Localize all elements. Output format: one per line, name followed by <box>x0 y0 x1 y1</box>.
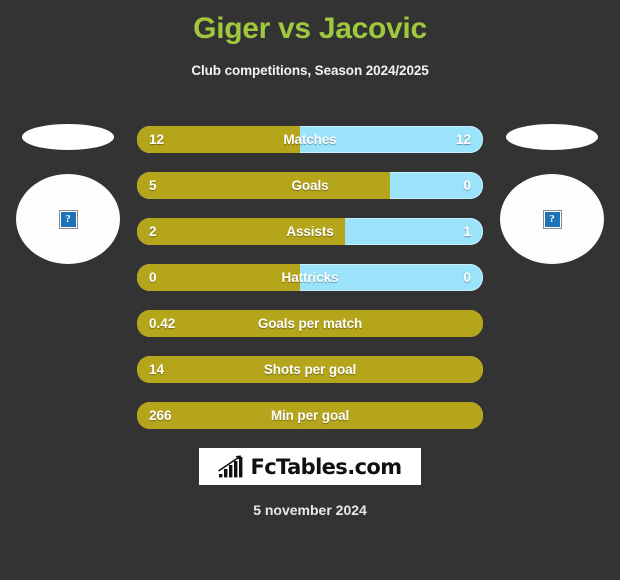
stat-value-right: 12 <box>455 132 471 147</box>
stat-bar-row: 2 Assists 1 <box>137 218 483 245</box>
broken-image-icon: ? <box>542 209 562 229</box>
stat-label: Hattricks <box>281 270 339 285</box>
stat-value-right: 0 <box>463 270 471 285</box>
stat-bars-list: 12 Matches 12 5 Goals 0 2 Assists 1 0 Hattricks 0 0.… <box>137 126 483 448</box>
stat-value-right: 0 <box>463 178 471 193</box>
stat-label: Min per goal <box>270 408 350 423</box>
broken-image-icon: ? <box>58 209 78 229</box>
avatar-top-ellipse-left <box>22 124 114 150</box>
stats-comparison-page: Giger vs Jacovic Club competitions, Seas… <box>0 0 620 580</box>
stat-label: Assists <box>286 224 334 239</box>
stat-bar-row: 0 Hattricks 0 <box>137 264 483 291</box>
player-avatar-left: ? <box>8 118 128 268</box>
stat-bar-row: 266 Min per goal <box>137 402 483 429</box>
player-avatar-right: ? <box>492 118 612 268</box>
footer-date: 5 november 2024 <box>253 502 367 518</box>
stat-bar-row: 0.42 Goals per match <box>137 310 483 337</box>
stat-bar-row: 12 Matches 12 <box>137 126 483 153</box>
logo-text: FcTables.com <box>250 454 402 479</box>
page-subtitle: Club competitions, Season 2024/2025 <box>191 63 429 78</box>
stat-label: Shots per goal <box>263 362 357 377</box>
stat-bar-row: 5 Goals 0 <box>137 172 483 199</box>
avatar-circle-right: ? <box>500 174 604 264</box>
fctables-logo[interactable]: FcTables.com <box>199 448 421 485</box>
stat-value-right: 1 <box>463 224 471 239</box>
stat-bar-row: 14 Shots per goal <box>137 356 483 383</box>
stat-label: Goals per match <box>257 316 363 331</box>
page-title: Giger vs Jacovic <box>193 12 427 45</box>
avatar-circle-left: ? <box>16 174 120 264</box>
stat-label: Matches <box>283 132 337 147</box>
bar-chart-arrow-icon <box>218 455 243 477</box>
stat-label: Goals <box>291 178 329 193</box>
avatar-top-ellipse-right <box>506 124 598 150</box>
